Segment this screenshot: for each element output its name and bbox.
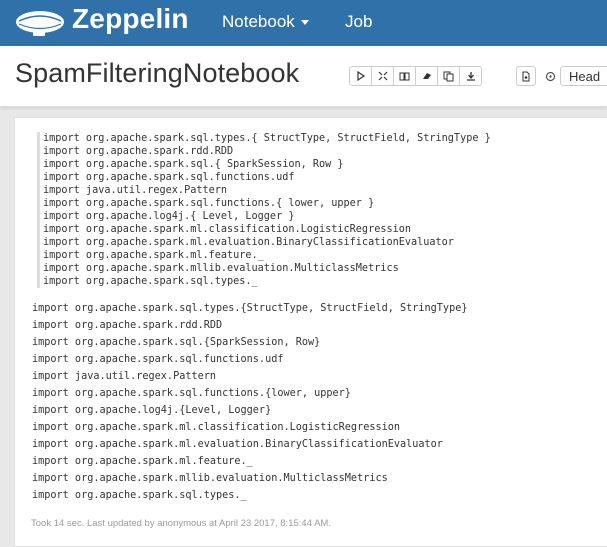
output-line: import org.apache.spark.mllib.evaluation… <box>32 473 388 484</box>
revision-dropdown[interactable]: Head <box>560 66 607 86</box>
notebook-header: SpamFilteringNotebook Head <box>0 46 607 107</box>
code-line: import org.apache.spark.sql.functions.{ … <box>43 198 375 209</box>
paragraph-output: import org.apache.spark.sql.types.{Struc… <box>32 300 607 504</box>
output-line: import java.util.regex.Pattern <box>32 371 217 382</box>
clone-button[interactable] <box>437 66 460 86</box>
code-line: import org.apache.log4j.{ Level, Logger … <box>43 211 295 222</box>
output-line: import org.apache.log4j.{Level, Logger} <box>32 405 272 416</box>
notebook-menu[interactable]: Notebook <box>222 12 309 32</box>
settings-button[interactable] <box>540 66 560 86</box>
code-line: import org.apache.spark.sql.types.{ Stru… <box>43 133 491 144</box>
download-icon <box>466 72 475 81</box>
hide-output-button[interactable] <box>393 66 416 86</box>
paragraph-status: Took 14 sec. Last updated by anonymous a… <box>31 518 331 529</box>
brand-name[interactable]: Zeppelin <box>72 3 189 35</box>
output-line: import org.apache.spark.sql.{SparkSessio… <box>32 337 321 348</box>
output-line: import org.apache.spark.ml.evaluation.Bi… <box>32 439 443 450</box>
navbar: Zeppelin Notebook Job <box>0 0 607 46</box>
notebook-menu-label: Notebook <box>222 12 295 31</box>
play-icon <box>356 71 365 81</box>
output-line: import org.apache.spark.rdd.RDD <box>32 320 223 331</box>
code-line: import org.apache.spark.ml.feature._ <box>43 250 264 261</box>
run-all-button[interactable] <box>349 66 372 86</box>
book-icon <box>399 72 410 81</box>
code-editor[interactable]: import org.apache.spark.sql.types.{ Stru… <box>37 132 607 288</box>
output-line: import org.apache.spark.ml.feature._ <box>32 456 253 467</box>
eraser-icon <box>423 73 431 79</box>
code-line: import java.util.regex.Pattern <box>43 185 228 196</box>
gear-icon <box>545 71 555 81</box>
output-line: import org.apache.spark.sql.types._ <box>32 490 247 501</box>
expand-icon <box>378 71 387 81</box>
zeppelin-airship-icon[interactable] <box>13 7 67 46</box>
caret-down-icon <box>300 20 309 26</box>
clear-output-button[interactable] <box>415 66 438 86</box>
code-line: import org.apache.spark.sql.{ SparkSessi… <box>43 159 344 170</box>
output-line: import org.apache.spark.ml.classificatio… <box>32 422 401 433</box>
paragraph: import org.apache.spark.sql.types.{ Stru… <box>14 117 607 547</box>
document-icon <box>522 71 530 81</box>
notebook-action-buttons <box>349 66 482 86</box>
job-menu[interactable]: Job <box>345 12 372 32</box>
revision-label: Head <box>569 69 601 84</box>
copy-icon <box>443 71 454 81</box>
code-line: import org.apache.spark.ml.evaluation.Bi… <box>43 237 454 248</box>
export-button[interactable] <box>459 66 482 86</box>
code-line: import org.apache.spark.sql.functions.ud… <box>43 172 295 183</box>
code-line: import org.apache.spark.rdd.RDD <box>43 146 234 157</box>
output-line: import org.apache.spark.sql.functions.{l… <box>32 388 351 399</box>
code-line: import org.apache.spark.mllib.evaluation… <box>43 263 399 274</box>
hide-code-button[interactable] <box>371 66 394 86</box>
code-line: import org.apache.spark.sql.types._ <box>43 276 258 287</box>
code-line: import org.apache.spark.ml.classificatio… <box>43 224 412 235</box>
notebook-title[interactable]: SpamFilteringNotebook <box>15 58 299 89</box>
output-line: import org.apache.spark.sql.functions.ud… <box>32 354 284 365</box>
output-line: import org.apache.spark.sql.types.{Struc… <box>32 303 468 314</box>
doc-button[interactable] <box>516 66 536 86</box>
